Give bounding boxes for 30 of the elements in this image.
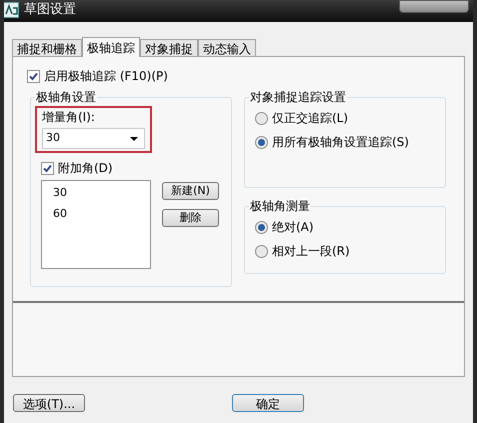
tab[interactable]: 极轴追踪 [82, 37, 140, 57]
angle-dropdown[interactable]: 30 [42, 128, 145, 149]
checkbox-label: 启用极轴追踪 (F10)(P) [44, 68, 168, 85]
close-button[interactable] [399, 0, 469, 13]
group-title: 对象捕捉追踪设置 [249, 89, 347, 105]
radio-button[interactable] [255, 220, 268, 234]
radio-button[interactable] [255, 136, 268, 148]
group-title: 极轴角设置 [35, 89, 97, 105]
radio-button[interactable] [255, 112, 268, 124]
radio-label: 相对上一段(R) [272, 243, 350, 260]
list-button[interactable]: 新建(N) [162, 182, 219, 200]
radio-button[interactable] [255, 244, 268, 258]
window-title: 草图设置 [24, 1, 76, 19]
list-button[interactable]: 删除 [162, 209, 219, 227]
tab[interactable]: 对象捕捉 [140, 39, 198, 56]
radio-label: 仅正交追踪(L) [272, 110, 348, 127]
radio-label: 绝对(A) [272, 219, 314, 236]
radio-label: 用所有极轴角设置追踪(S) [272, 134, 409, 151]
field-label: 增量角(I): [42, 109, 96, 125]
checkbox[interactable] [41, 162, 54, 174]
tab[interactable]: 捕捉和栅格 [12, 39, 82, 56]
dialog-button[interactable]: 确定 [232, 394, 304, 412]
list-item[interactable]: 30 [53, 186, 150, 200]
dropdown-arrow-icon [130, 136, 138, 140]
list-item[interactable]: 60 [53, 207, 150, 221]
checkbox-label: 附加角(D) [58, 160, 113, 177]
dialog-button[interactable]: 选项(T)... [13, 394, 85, 412]
tab[interactable]: 动态输入 [198, 39, 256, 56]
checkbox[interactable] [27, 70, 40, 82]
group-title: 极轴角测量 [249, 198, 311, 214]
